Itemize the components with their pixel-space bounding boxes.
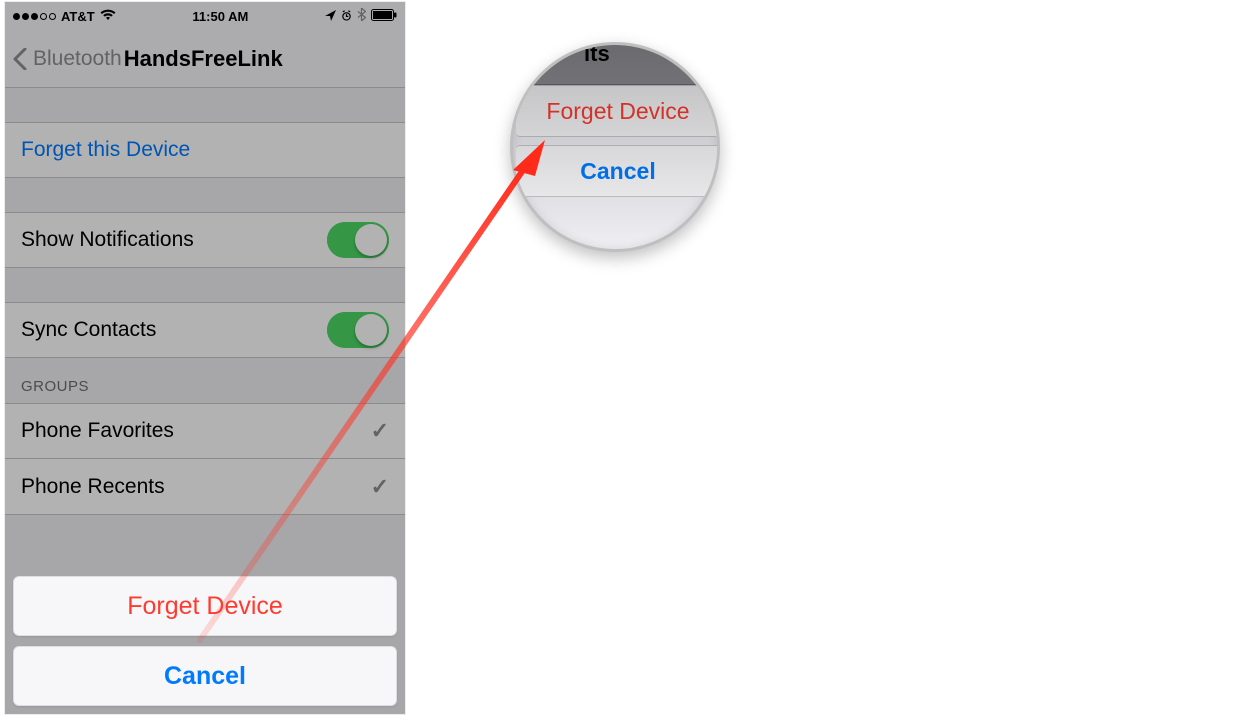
magnifier-cancel-label: Cancel bbox=[580, 158, 655, 185]
checkmark-icon: ✓ bbox=[371, 474, 389, 500]
groups-section-header: GROUPS bbox=[5, 358, 405, 403]
forget-this-device-label: Forget this Device bbox=[21, 138, 190, 162]
checkmark-icon: ✓ bbox=[371, 418, 389, 444]
cancel-button[interactable]: Cancel bbox=[13, 646, 397, 706]
back-button[interactable]: Bluetooth bbox=[13, 47, 122, 71]
sync-contacts-label: Sync Contacts bbox=[21, 318, 156, 342]
cancel-label: Cancel bbox=[164, 662, 246, 691]
phone-screen: AT&T 11:50 AM Bluetooth HandsFre bbox=[5, 2, 405, 714]
sync-contacts-toggle[interactable] bbox=[327, 312, 389, 348]
show-notifications-label: Show Notifications bbox=[21, 228, 194, 252]
show-notifications-cell[interactable]: Show Notifications bbox=[5, 212, 405, 268]
phone-recents-cell[interactable]: Phone Recents ✓ bbox=[5, 459, 405, 515]
status-time: 11:50 AM bbox=[192, 9, 248, 24]
nav-title: HandsFreeLink bbox=[124, 46, 283, 72]
status-left: AT&T bbox=[13, 9, 116, 24]
bluetooth-icon bbox=[357, 8, 366, 24]
forget-device-button[interactable]: Forget Device bbox=[13, 576, 397, 636]
status-right bbox=[325, 8, 397, 24]
alarm-icon bbox=[341, 9, 352, 24]
show-notifications-toggle[interactable] bbox=[327, 222, 389, 258]
magnifier-forget-button[interactable]: Forget Device bbox=[516, 85, 720, 137]
magnifier-forget-label: Forget Device bbox=[546, 98, 689, 125]
wifi-icon bbox=[100, 9, 116, 24]
magnifier-header-fragment: its bbox=[510, 42, 720, 67]
carrier-label: AT&T bbox=[61, 9, 95, 24]
sync-contacts-cell[interactable]: Sync Contacts bbox=[5, 302, 405, 358]
forget-this-device-cell[interactable]: Forget this Device bbox=[5, 122, 405, 178]
settings-list: Forget this Device Show Notifications Sy… bbox=[5, 88, 405, 515]
phone-favorites-cell[interactable]: Phone Favorites ✓ bbox=[5, 403, 405, 459]
back-label: Bluetooth bbox=[33, 47, 122, 71]
phone-favorites-label: Phone Favorites bbox=[21, 419, 174, 443]
status-bar: AT&T 11:50 AM bbox=[5, 2, 405, 30]
phone-recents-label: Phone Recents bbox=[21, 475, 165, 499]
callout-magnifier: its Forget Device Cancel bbox=[510, 42, 720, 252]
magnifier-cancel-button[interactable]: Cancel bbox=[516, 145, 720, 197]
chevron-left-icon bbox=[13, 48, 27, 70]
battery-icon bbox=[371, 9, 397, 24]
location-icon bbox=[325, 9, 336, 24]
signal-strength-icon bbox=[13, 13, 56, 20]
forget-device-label: Forget Device bbox=[127, 592, 283, 621]
nav-bar: Bluetooth HandsFreeLink bbox=[5, 30, 405, 88]
action-sheet: Forget Device Cancel bbox=[13, 576, 397, 706]
